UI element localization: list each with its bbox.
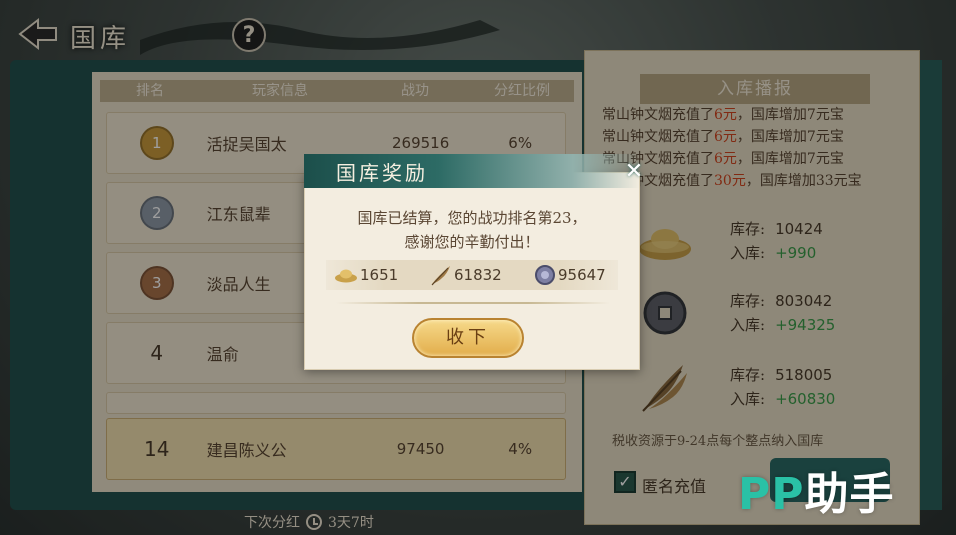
close-icon[interactable]: ✕ xyxy=(622,160,646,184)
reward-coin: 95647 xyxy=(534,264,606,286)
pp-assistant-watermark: PP助手 xyxy=(738,469,895,520)
reward-feather: 61832 xyxy=(430,264,534,286)
modal-message: 国库已结算，您的战功排名第23， 感谢您的辛勤付出！ xyxy=(357,209,587,251)
modal-title: 国库奖励 xyxy=(336,161,428,185)
gold-ingot-icon xyxy=(335,269,357,283)
feather-icon xyxy=(431,266,450,286)
coin-icon xyxy=(535,265,555,285)
modal-divider xyxy=(336,302,610,304)
reward-list: 1651 61832 95647 xyxy=(326,260,618,290)
reward-gold: 1651 xyxy=(334,266,430,284)
collect-button[interactable]: 收下 xyxy=(412,318,524,358)
